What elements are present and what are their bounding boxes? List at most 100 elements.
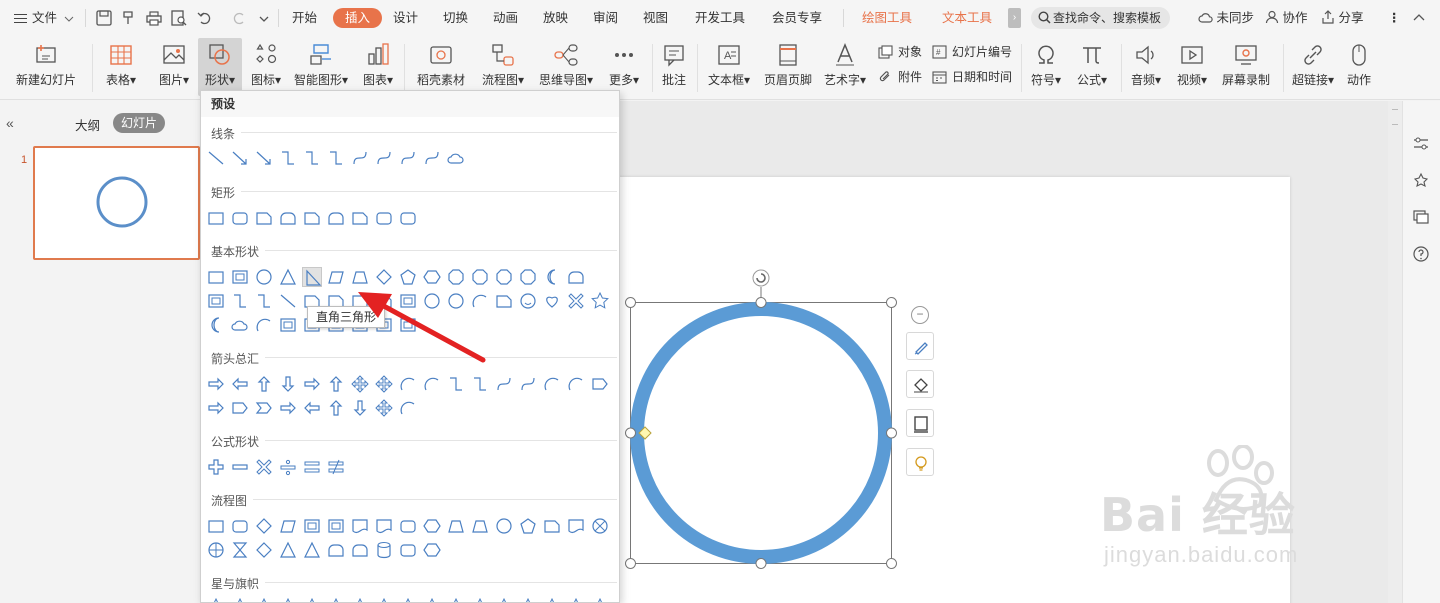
- trap-shape-option[interactable]: [470, 516, 490, 536]
- doc-shape-option[interactable]: [566, 516, 586, 536]
- frame-shape-option[interactable]: [278, 315, 298, 335]
- frame-shape-option[interactable]: [326, 516, 346, 536]
- properties-icon[interactable]: [1412, 135, 1430, 153]
- curve-shape-option[interactable]: [374, 148, 394, 168]
- table-button[interactable]: 表格▾: [98, 38, 144, 96]
- effects-button[interactable]: [906, 448, 934, 476]
- trap-shape-option[interactable]: [446, 516, 466, 536]
- curve-shape-option[interactable]: [422, 148, 442, 168]
- rotate-handle[interactable]: [752, 269, 770, 287]
- tab-member[interactable]: 会员专享: [772, 8, 822, 28]
- style-button[interactable]: [906, 332, 934, 360]
- frame-shape-option[interactable]: [302, 516, 322, 536]
- collapse-pane-icon[interactable]: «: [6, 115, 14, 131]
- cross4-shape-option[interactable]: [374, 374, 394, 394]
- para-shape-option[interactable]: [278, 516, 298, 536]
- print-icon[interactable]: [145, 9, 163, 27]
- tab-developer[interactable]: 开发工具: [695, 8, 745, 28]
- elbow-shape-option[interactable]: [446, 374, 466, 394]
- uarrow-shape-option[interactable]: [326, 374, 346, 394]
- round1-shape-option[interactable]: [566, 267, 586, 287]
- outline-button[interactable]: [906, 409, 934, 437]
- mindmap-button[interactable]: 思维导图▾: [536, 38, 596, 96]
- tab-review[interactable]: 审阅: [593, 8, 618, 28]
- shape-button[interactable]: 形状▾: [198, 38, 242, 96]
- snip-shape-option[interactable]: [254, 208, 274, 228]
- rrect-shape-option[interactable]: [398, 208, 418, 228]
- hyperlink-button[interactable]: 超链接▾: [1288, 38, 1338, 96]
- darrow-shape-option[interactable]: [278, 374, 298, 394]
- curve-shape-option[interactable]: [350, 148, 370, 168]
- oct-shape-option[interactable]: [518, 267, 538, 287]
- star-shape-option[interactable]: [278, 597, 298, 602]
- audio-button[interactable]: 音频▾: [1126, 38, 1166, 96]
- star-shape-option[interactable]: [230, 597, 250, 602]
- star-shape-option[interactable]: [254, 597, 274, 602]
- curve-shape-option[interactable]: [398, 148, 418, 168]
- redo-icon[interactable]: [230, 9, 248, 27]
- hex-shape-option[interactable]: [422, 540, 442, 560]
- chevron-shape-option[interactable]: [254, 398, 274, 418]
- tab-insert[interactable]: 插入: [333, 8, 383, 28]
- cloud-shape-option[interactable]: [230, 315, 250, 335]
- tab-view[interactable]: 视图: [643, 8, 668, 28]
- new-slide-button[interactable]: 新建幻灯片: [6, 38, 86, 96]
- arrowline-shape-option[interactable]: [230, 148, 250, 168]
- datetime-button[interactable]: 日期和时间: [932, 67, 1012, 87]
- slide-number-button[interactable]: # 幻灯片编号: [932, 42, 1012, 62]
- pcircle-shape-option[interactable]: [206, 540, 226, 560]
- diamond-shape-option[interactable]: [254, 540, 274, 560]
- header-footer-button[interactable]: 页眉页脚: [760, 38, 816, 96]
- curve-shape-option[interactable]: [494, 374, 514, 394]
- share-button[interactable]: 分享: [1321, 8, 1364, 28]
- circle-shape-option[interactable]: [254, 267, 274, 287]
- undo-icon[interactable]: [196, 9, 214, 27]
- cross4-shape-option[interactable]: [350, 374, 370, 394]
- rarrow-shape-option[interactable]: [278, 398, 298, 418]
- arc-shape-option[interactable]: [254, 315, 274, 335]
- scroll-thumb[interactable]: [1392, 109, 1398, 125]
- circle-shape-option[interactable]: [494, 516, 514, 536]
- star-shape-option[interactable]: [518, 597, 538, 602]
- cross4-shape-option[interactable]: [374, 398, 394, 418]
- tab-animation[interactable]: 动画: [493, 8, 518, 28]
- save-icon[interactable]: [95, 9, 113, 27]
- smart-art-button[interactable]: 智能图形▾: [290, 38, 352, 96]
- icon-button[interactable]: 图标▾: [246, 38, 286, 96]
- magic-icon[interactable]: [1412, 172, 1430, 190]
- star-shape-option[interactable]: [302, 597, 322, 602]
- uarrow-shape-option[interactable]: [326, 398, 346, 418]
- pentarrow-shape-option[interactable]: [590, 374, 610, 394]
- moon-shape-option[interactable]: [542, 267, 562, 287]
- elbow-shape-option[interactable]: [278, 148, 298, 168]
- uarrow-shape-option[interactable]: [254, 374, 274, 394]
- doc-shape-option[interactable]: [350, 516, 370, 536]
- transition-icon[interactable]: [1412, 208, 1430, 226]
- neq-shape-option[interactable]: [326, 457, 346, 477]
- customize-chevron-icon[interactable]: [255, 9, 273, 27]
- star-shape-option[interactable]: [374, 597, 394, 602]
- snip-shape-option[interactable]: [542, 516, 562, 536]
- frame-shape-option[interactable]: [230, 267, 250, 287]
- tri-shape-option[interactable]: [302, 540, 322, 560]
- object-button[interactable]: 对象: [878, 42, 922, 62]
- larrow-shape-option[interactable]: [230, 374, 250, 394]
- more-options-icon[interactable]: ⋮: [1388, 8, 1401, 28]
- rarrow-shape-option[interactable]: [302, 374, 322, 394]
- cyl-shape-option[interactable]: [374, 540, 394, 560]
- arc-shape-option[interactable]: [422, 374, 442, 394]
- tab-text-tools[interactable]: 文本工具: [942, 8, 992, 28]
- tab-design[interactable]: 设计: [393, 8, 418, 28]
- resize-handles[interactable]: [625, 297, 897, 569]
- star-shape-option[interactable]: [494, 597, 514, 602]
- elbow-shape-option[interactable]: [326, 148, 346, 168]
- pentarrow-shape-option[interactable]: [230, 398, 250, 418]
- video-button[interactable]: 视频▾: [1170, 38, 1214, 96]
- divide-shape-option[interactable]: [278, 457, 298, 477]
- selected-circle-shape[interactable]: [620, 262, 910, 574]
- rarrow-shape-option[interactable]: [206, 374, 226, 394]
- star-shape-option[interactable]: [422, 597, 442, 602]
- rrect-shape-option[interactable]: [230, 208, 250, 228]
- larrow-shape-option[interactable]: [302, 398, 322, 418]
- rrect-shape-option[interactable]: [374, 208, 394, 228]
